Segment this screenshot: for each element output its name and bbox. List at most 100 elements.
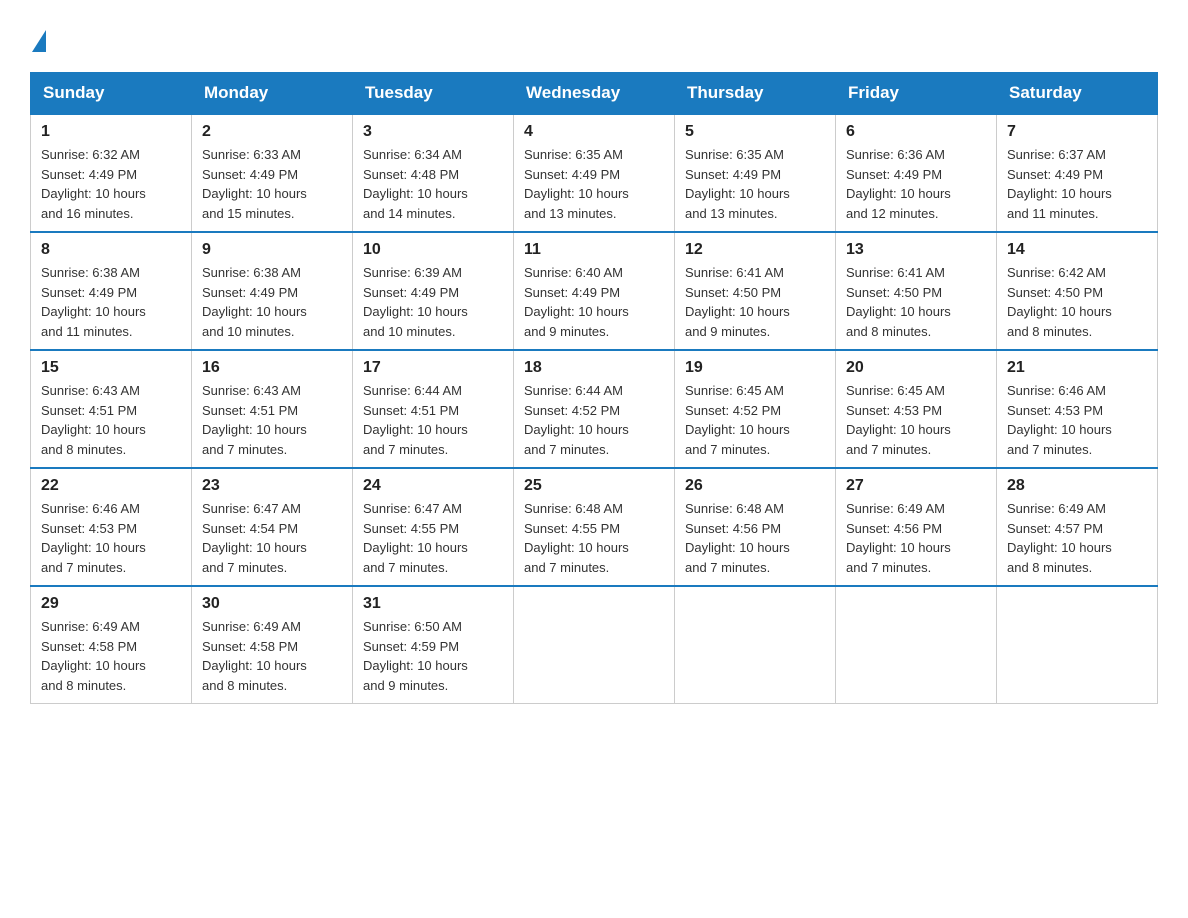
day-info: Sunrise: 6:43 AM Sunset: 4:51 PM Dayligh… [41,381,181,459]
logo [30,30,48,52]
calendar-cell: 22 Sunrise: 6:46 AM Sunset: 4:53 PM Dayl… [31,468,192,586]
day-info: Sunrise: 6:45 AM Sunset: 4:53 PM Dayligh… [846,381,986,459]
calendar-cell [514,586,675,704]
calendar-cell: 20 Sunrise: 6:45 AM Sunset: 4:53 PM Dayl… [836,350,997,468]
page-header [30,30,1158,52]
day-info: Sunrise: 6:43 AM Sunset: 4:51 PM Dayligh… [202,381,342,459]
day-info: Sunrise: 6:41 AM Sunset: 4:50 PM Dayligh… [685,263,825,341]
day-info: Sunrise: 6:39 AM Sunset: 4:49 PM Dayligh… [363,263,503,341]
calendar-cell [997,586,1158,704]
calendar-cell: 17 Sunrise: 6:44 AM Sunset: 4:51 PM Dayl… [353,350,514,468]
day-number: 11 [524,241,664,259]
column-header-friday: Friday [836,73,997,115]
day-info: Sunrise: 6:32 AM Sunset: 4:49 PM Dayligh… [41,145,181,223]
calendar-week-3: 15 Sunrise: 6:43 AM Sunset: 4:51 PM Dayl… [31,350,1158,468]
calendar-cell: 14 Sunrise: 6:42 AM Sunset: 4:50 PM Dayl… [997,232,1158,350]
calendar-cell: 30 Sunrise: 6:49 AM Sunset: 4:58 PM Dayl… [192,586,353,704]
day-info: Sunrise: 6:47 AM Sunset: 4:54 PM Dayligh… [202,499,342,577]
day-number: 13 [846,241,986,259]
calendar-cell: 19 Sunrise: 6:45 AM Sunset: 4:52 PM Dayl… [675,350,836,468]
logo-triangle-icon [32,30,46,52]
calendar-cell: 31 Sunrise: 6:50 AM Sunset: 4:59 PM Dayl… [353,586,514,704]
day-info: Sunrise: 6:47 AM Sunset: 4:55 PM Dayligh… [363,499,503,577]
day-number: 16 [202,359,342,377]
day-info: Sunrise: 6:41 AM Sunset: 4:50 PM Dayligh… [846,263,986,341]
calendar-cell: 26 Sunrise: 6:48 AM Sunset: 4:56 PM Dayl… [675,468,836,586]
calendar-cell: 2 Sunrise: 6:33 AM Sunset: 4:49 PM Dayli… [192,114,353,232]
calendar-cell: 27 Sunrise: 6:49 AM Sunset: 4:56 PM Dayl… [836,468,997,586]
day-number: 9 [202,241,342,259]
day-number: 23 [202,477,342,495]
calendar-week-5: 29 Sunrise: 6:49 AM Sunset: 4:58 PM Dayl… [31,586,1158,704]
calendar-week-2: 8 Sunrise: 6:38 AM Sunset: 4:49 PM Dayli… [31,232,1158,350]
column-header-sunday: Sunday [31,73,192,115]
day-number: 27 [846,477,986,495]
day-number: 12 [685,241,825,259]
day-number: 1 [41,123,181,141]
calendar-cell: 16 Sunrise: 6:43 AM Sunset: 4:51 PM Dayl… [192,350,353,468]
day-info: Sunrise: 6:46 AM Sunset: 4:53 PM Dayligh… [41,499,181,577]
calendar-cell: 3 Sunrise: 6:34 AM Sunset: 4:48 PM Dayli… [353,114,514,232]
day-info: Sunrise: 6:42 AM Sunset: 4:50 PM Dayligh… [1007,263,1147,341]
calendar-cell: 23 Sunrise: 6:47 AM Sunset: 4:54 PM Dayl… [192,468,353,586]
day-info: Sunrise: 6:38 AM Sunset: 4:49 PM Dayligh… [41,263,181,341]
calendar-cell: 28 Sunrise: 6:49 AM Sunset: 4:57 PM Dayl… [997,468,1158,586]
day-number: 5 [685,123,825,141]
day-number: 31 [363,595,503,613]
calendar-cell: 6 Sunrise: 6:36 AM Sunset: 4:49 PM Dayli… [836,114,997,232]
day-number: 3 [363,123,503,141]
day-number: 4 [524,123,664,141]
day-info: Sunrise: 6:38 AM Sunset: 4:49 PM Dayligh… [202,263,342,341]
calendar-header-row: SundayMondayTuesdayWednesdayThursdayFrid… [31,73,1158,115]
day-info: Sunrise: 6:33 AM Sunset: 4:49 PM Dayligh… [202,145,342,223]
calendar-cell: 25 Sunrise: 6:48 AM Sunset: 4:55 PM Dayl… [514,468,675,586]
day-info: Sunrise: 6:35 AM Sunset: 4:49 PM Dayligh… [685,145,825,223]
day-info: Sunrise: 6:44 AM Sunset: 4:51 PM Dayligh… [363,381,503,459]
calendar-week-1: 1 Sunrise: 6:32 AM Sunset: 4:49 PM Dayli… [31,114,1158,232]
calendar-cell: 29 Sunrise: 6:49 AM Sunset: 4:58 PM Dayl… [31,586,192,704]
calendar-week-4: 22 Sunrise: 6:46 AM Sunset: 4:53 PM Dayl… [31,468,1158,586]
column-header-thursday: Thursday [675,73,836,115]
calendar-cell: 12 Sunrise: 6:41 AM Sunset: 4:50 PM Dayl… [675,232,836,350]
calendar-cell: 10 Sunrise: 6:39 AM Sunset: 4:49 PM Dayl… [353,232,514,350]
day-info: Sunrise: 6:49 AM Sunset: 4:57 PM Dayligh… [1007,499,1147,577]
day-info: Sunrise: 6:37 AM Sunset: 4:49 PM Dayligh… [1007,145,1147,223]
day-number: 29 [41,595,181,613]
day-number: 18 [524,359,664,377]
calendar-cell: 1 Sunrise: 6:32 AM Sunset: 4:49 PM Dayli… [31,114,192,232]
day-info: Sunrise: 6:46 AM Sunset: 4:53 PM Dayligh… [1007,381,1147,459]
day-number: 21 [1007,359,1147,377]
day-number: 25 [524,477,664,495]
day-info: Sunrise: 6:34 AM Sunset: 4:48 PM Dayligh… [363,145,503,223]
column-header-wednesday: Wednesday [514,73,675,115]
day-info: Sunrise: 6:49 AM Sunset: 4:56 PM Dayligh… [846,499,986,577]
column-header-saturday: Saturday [997,73,1158,115]
column-header-monday: Monday [192,73,353,115]
calendar-body: 1 Sunrise: 6:32 AM Sunset: 4:49 PM Dayli… [31,114,1158,704]
day-number: 20 [846,359,986,377]
day-info: Sunrise: 6:49 AM Sunset: 4:58 PM Dayligh… [41,617,181,695]
day-number: 28 [1007,477,1147,495]
day-number: 24 [363,477,503,495]
day-info: Sunrise: 6:44 AM Sunset: 4:52 PM Dayligh… [524,381,664,459]
day-number: 19 [685,359,825,377]
day-number: 26 [685,477,825,495]
calendar-cell: 24 Sunrise: 6:47 AM Sunset: 4:55 PM Dayl… [353,468,514,586]
day-info: Sunrise: 6:50 AM Sunset: 4:59 PM Dayligh… [363,617,503,695]
calendar-cell: 7 Sunrise: 6:37 AM Sunset: 4:49 PM Dayli… [997,114,1158,232]
day-number: 7 [1007,123,1147,141]
logo-text [30,30,48,52]
calendar-cell: 13 Sunrise: 6:41 AM Sunset: 4:50 PM Dayl… [836,232,997,350]
day-number: 10 [363,241,503,259]
day-info: Sunrise: 6:45 AM Sunset: 4:52 PM Dayligh… [685,381,825,459]
day-info: Sunrise: 6:35 AM Sunset: 4:49 PM Dayligh… [524,145,664,223]
day-number: 22 [41,477,181,495]
calendar-cell: 21 Sunrise: 6:46 AM Sunset: 4:53 PM Dayl… [997,350,1158,468]
day-info: Sunrise: 6:40 AM Sunset: 4:49 PM Dayligh… [524,263,664,341]
calendar-cell: 15 Sunrise: 6:43 AM Sunset: 4:51 PM Dayl… [31,350,192,468]
calendar-cell: 5 Sunrise: 6:35 AM Sunset: 4:49 PM Dayli… [675,114,836,232]
day-number: 15 [41,359,181,377]
day-number: 30 [202,595,342,613]
day-info: Sunrise: 6:49 AM Sunset: 4:58 PM Dayligh… [202,617,342,695]
day-number: 2 [202,123,342,141]
